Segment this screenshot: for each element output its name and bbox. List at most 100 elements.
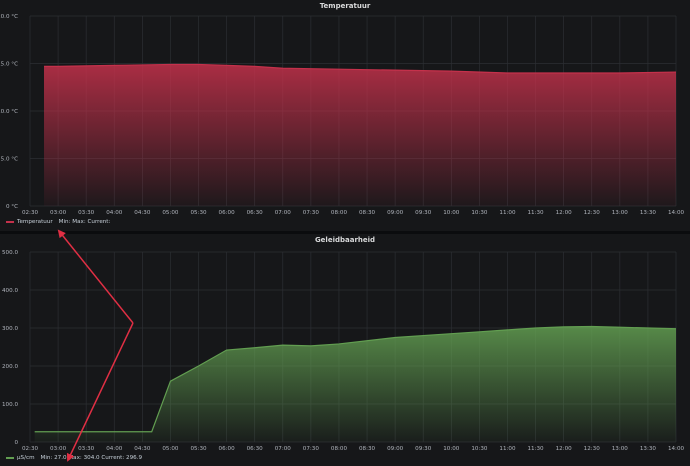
series-area xyxy=(34,326,677,442)
x-tick-label: 03:30 xyxy=(78,210,95,216)
data-point[interactable] xyxy=(479,331,480,332)
x-tick-label: 11:30 xyxy=(528,210,545,216)
y-tick-label: 500.0 xyxy=(2,250,18,256)
x-tick-label: 09:00 xyxy=(387,446,404,452)
data-point[interactable] xyxy=(451,71,452,72)
legend-temperature: Temperatuur Min: Max: Current: xyxy=(6,219,110,225)
x-tick-label: 08:30 xyxy=(359,446,376,452)
data-point[interactable] xyxy=(675,328,676,329)
data-point[interactable] xyxy=(338,69,339,70)
x-tick-label: 09:30 xyxy=(415,446,432,452)
x-tick-label: 03:30 xyxy=(78,446,95,452)
data-point[interactable] xyxy=(310,345,311,346)
data-point[interactable] xyxy=(43,66,44,67)
x-tick-label: 07:00 xyxy=(275,210,292,216)
conductivity-chart: 0 100.0 200.0 300.0 400.0 500.0 02:30 03:00 03:3… xyxy=(2,250,685,452)
y-tick-label: 15.0 °C xyxy=(0,62,18,68)
temperature-panel: Temperatuur 0 °C 5.0 °C 10.0 °C 15.0 °C 20.0… xyxy=(0,0,690,231)
x-tick-label: 03:00 xyxy=(50,446,67,452)
x-tick-label: 06:30 xyxy=(247,210,264,216)
data-point[interactable] xyxy=(395,70,396,71)
data-point[interactable] xyxy=(198,365,199,366)
x-tick-label: 12:30 xyxy=(584,446,601,452)
x-tick-label: 07:30 xyxy=(303,446,320,452)
data-point[interactable] xyxy=(395,337,396,338)
data-point[interactable] xyxy=(563,326,564,327)
x-tick-label: 11:00 xyxy=(499,446,516,452)
data-point[interactable] xyxy=(507,329,508,330)
x-tick-label: 07:00 xyxy=(275,446,292,452)
y-tick-label: 5.0 °C xyxy=(1,157,18,163)
x-tick-label: 08:00 xyxy=(331,210,348,216)
x-tick-label: 04:30 xyxy=(134,446,151,452)
legend-swatch-temperature xyxy=(6,221,14,223)
data-point[interactable] xyxy=(282,68,283,69)
x-tick-label: 14:00 xyxy=(668,210,685,216)
data-point[interactable] xyxy=(507,72,508,73)
data-point[interactable] xyxy=(563,72,564,73)
legend-stats-conductivity: Min: 27.0 Max: 304.0 Current: 296.9 xyxy=(40,455,143,461)
data-point[interactable] xyxy=(114,65,115,66)
data-point[interactable] xyxy=(619,327,620,328)
data-point[interactable] xyxy=(338,343,339,344)
x-tick-label: 13:00 xyxy=(612,210,629,216)
data-point[interactable] xyxy=(591,326,592,327)
y-tick-label: 400.0 xyxy=(2,288,18,294)
dashboard: Temperatuur 0 °C 5.0 °C 10.0 °C 15.0 °C 20.0… xyxy=(0,0,690,466)
data-point[interactable] xyxy=(57,66,58,67)
x-tick-label: 06:00 xyxy=(219,210,236,216)
x-tick-label: 07:30 xyxy=(303,210,320,216)
legend-stats-temperature: Min: Max: Current: xyxy=(58,219,111,225)
legend-series-conductivity[interactable]: μS/cm xyxy=(17,455,35,461)
data-point[interactable] xyxy=(226,65,227,66)
x-tick-label: 10:00 xyxy=(443,210,460,216)
x-tick-label: 05:00 xyxy=(162,210,179,216)
y-tick-label: 0 °C xyxy=(6,204,18,210)
x-tick-label: 03:00 xyxy=(50,210,67,216)
y-tick-label: 0 xyxy=(14,440,18,446)
data-point[interactable] xyxy=(198,64,199,65)
x-tick-label: 12:00 xyxy=(556,446,573,452)
x-tick-label: 10:30 xyxy=(471,210,488,216)
x-tick-label: 02:30 xyxy=(22,446,39,452)
y-tick-label: 100.0 xyxy=(2,402,18,408)
data-point[interactable] xyxy=(619,72,620,73)
series-area xyxy=(44,64,676,207)
y-tick-label: 300.0 xyxy=(2,326,18,332)
x-tick-label: 14:00 xyxy=(668,446,685,452)
data-point[interactable] xyxy=(254,347,255,348)
legend-series-temperature[interactable]: Temperatuur xyxy=(17,219,53,225)
x-tick-label: 09:00 xyxy=(387,210,404,216)
x-tick-label: 10:00 xyxy=(443,446,460,452)
data-point[interactable] xyxy=(226,349,227,350)
x-tick-label: 04:00 xyxy=(106,210,123,216)
data-point[interactable] xyxy=(151,431,152,432)
y-tick-label: 20.0 °C xyxy=(0,14,18,20)
x-tick-label: 02:30 xyxy=(22,210,39,216)
x-tick-label: 09:30 xyxy=(415,210,432,216)
x-tick-label: 06:00 xyxy=(219,446,236,452)
x-tick-label: 05:30 xyxy=(190,210,207,216)
x-tick-label: 11:00 xyxy=(499,210,516,216)
x-tick-label: 11:30 xyxy=(528,446,545,452)
x-tick-label: 04:30 xyxy=(134,210,151,216)
data-point[interactable] xyxy=(170,64,171,65)
data-point[interactable] xyxy=(254,66,255,67)
x-tick-label: 06:30 xyxy=(247,446,264,452)
data-point[interactable] xyxy=(34,431,35,432)
data-point[interactable] xyxy=(451,333,452,334)
data-point[interactable] xyxy=(170,381,171,382)
data-point[interactable] xyxy=(282,345,283,346)
x-tick-label: 13:00 xyxy=(612,446,629,452)
x-tick-label: 10:30 xyxy=(471,446,488,452)
x-tick-label: 05:30 xyxy=(190,446,207,452)
x-tick-label: 13:30 xyxy=(640,210,657,216)
x-tick-label: 04:00 xyxy=(106,446,123,452)
x-tick-label: 08:00 xyxy=(331,446,348,452)
y-tick-label: 200.0 xyxy=(2,364,18,370)
data-point[interactable] xyxy=(535,327,536,328)
x-tick-label: 13:30 xyxy=(640,446,657,452)
legend-swatch-conductivity xyxy=(6,457,14,459)
data-point[interactable] xyxy=(675,71,676,72)
y-tick-label: 10.0 °C xyxy=(0,109,18,115)
